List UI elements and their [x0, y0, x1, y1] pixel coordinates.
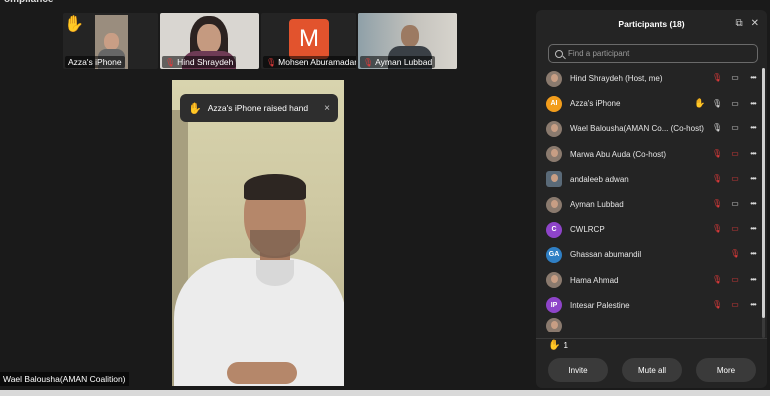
main-speaker-video: [172, 80, 344, 386]
toast-text: Azza's iPhone raised hand: [207, 103, 309, 113]
more-icon[interactable]: •••: [748, 73, 758, 82]
window-title-fragment: ompliance: [0, 0, 53, 5]
more-icon[interactable]: •••: [748, 99, 758, 108]
search-placeholder: Find a participant: [568, 49, 630, 58]
avatar: [546, 317, 562, 332]
mic-muted-icon: 🎙: [165, 57, 176, 67]
avatar: [546, 120, 562, 137]
raised-hand-icon: ✋: [694, 98, 706, 109]
invite-button[interactable]: Invite: [548, 358, 608, 382]
raised-hands-count[interactable]: ✋ 1: [548, 340, 568, 351]
more-icon[interactable]: •••: [748, 199, 758, 208]
video-on-icon[interactable]: ▭: [730, 199, 740, 208]
mic-speaking-icon[interactable]: 🎙: [712, 123, 722, 132]
avatar: C: [546, 221, 562, 238]
mic-muted-icon[interactable]: 🎙: [712, 199, 722, 208]
taskbar-edge: [0, 390, 770, 396]
video-tile-hind[interactable]: 🎙 Hind Shraydeh: [160, 13, 259, 69]
avatar: [546, 196, 562, 213]
participant-row[interactable]: C CWLRCP 🎙 ▭ •••: [544, 217, 760, 242]
tile-name: 🎙 Ayman Lubbad: [360, 56, 436, 68]
video-tile-ayman[interactable]: 🎙 Ayman Lubbad: [358, 13, 457, 69]
participant-row[interactable]: AI Azza's iPhone ✋ 🎙 ▭ •••: [544, 91, 760, 116]
mic-muted-icon: 🎙: [363, 57, 374, 67]
avatar: [546, 272, 562, 289]
avatar: [546, 70, 562, 87]
more-icon[interactable]: •••: [748, 174, 758, 183]
video-on-icon[interactable]: ▭: [730, 123, 740, 132]
avatar: IP: [546, 297, 562, 314]
scrollbar[interactable]: [762, 68, 765, 338]
more-icon[interactable]: •••: [748, 224, 758, 233]
mic-muted-icon[interactable]: 🎙: [730, 249, 740, 258]
tile-name: Azza's iPhone: [65, 56, 125, 68]
search-icon: [555, 49, 563, 58]
panel-title: Participants (18): [618, 19, 685, 29]
tile-name: 🎙 Mohsen Aburamadan: [263, 56, 356, 68]
participant-row[interactable]: [544, 317, 760, 332]
video-on-icon[interactable]: ▭: [730, 99, 740, 108]
avatar: GA: [546, 246, 562, 263]
mic-muted-icon[interactable]: 🎙: [712, 300, 722, 309]
video-off-icon[interactable]: ▭: [730, 300, 740, 309]
avatar: [546, 171, 562, 188]
mic-muted-icon[interactable]: 🎙: [712, 73, 722, 82]
close-icon[interactable]: ×: [324, 103, 330, 114]
participant-row[interactable]: Marwa Abu Auda (Co-host) 🎙 ▭ •••: [544, 142, 760, 167]
pop-out-icon[interactable]: ⧉: [735, 18, 742, 29]
close-icon[interactable]: ✕: [751, 18, 759, 29]
divider: [536, 338, 767, 339]
avatar: AI: [546, 95, 562, 112]
mute-all-button[interactable]: Mute all: [622, 358, 682, 382]
participant-search-input[interactable]: Find a participant: [548, 44, 758, 63]
avatar: [546, 146, 562, 163]
participant-row[interactable]: IP Intesar Palestine 🎙 ▭ •••: [544, 293, 760, 318]
more-icon[interactable]: •••: [748, 249, 758, 258]
mic-muted-icon[interactable]: 🎙: [712, 149, 722, 158]
participant-row[interactable]: GA Ghassan abumandil 🎙 •••: [544, 242, 760, 267]
raised-hand-icon: ✋: [548, 340, 561, 351]
more-icon[interactable]: •••: [748, 275, 758, 284]
participant-row[interactable]: Ayman Lubbad 🎙 ▭ •••: [544, 192, 760, 217]
participants-panel: Participants (18) ⧉ ✕ Find a participant…: [536, 10, 767, 388]
raised-hand-icon: ✋: [188, 102, 202, 115]
video-off-icon[interactable]: ▭: [730, 275, 740, 284]
participant-row[interactable]: andaleeb adwan 🎙 ▭ •••: [544, 167, 760, 192]
more-icon[interactable]: •••: [748, 300, 758, 309]
scrollbar-thumb[interactable]: [762, 68, 765, 318]
video-on-icon[interactable]: ▭: [730, 73, 740, 82]
more-icon[interactable]: •••: [748, 149, 758, 158]
mic-muted-icon[interactable]: 🎙: [712, 275, 722, 284]
mic-on-icon[interactable]: 🎙: [712, 99, 722, 108]
participant-row[interactable]: Wael Baloushа(AMAN Co... (Co-host) 🎙 ▭ •••: [544, 116, 760, 141]
video-off-icon[interactable]: ▭: [730, 224, 740, 233]
speaker-name-label: Wael Baloushа(AMAN Coalition): [0, 372, 129, 386]
tile-name: 🎙 Hind Shraydeh: [162, 56, 237, 68]
video-off-icon[interactable]: ▭: [730, 149, 740, 158]
raised-hand-toast: ✋ Azza's iPhone raised hand ×: [180, 94, 338, 122]
video-strip: ✋ Azza's iPhone 🎙 Hind Shraydeh M 🎙 Mohsen…: [63, 13, 457, 69]
video-tile-mohsen[interactable]: M 🎙 Mohsen Aburamadan: [261, 13, 356, 69]
participant-row[interactable]: Hind Shraydeh (Host, me) 🎙 ▭ •••: [544, 66, 760, 91]
more-button[interactable]: More: [696, 358, 756, 382]
participant-list: Hind Shraydeh (Host, me) 🎙 ▭ ••• AI Azza's…: [544, 66, 760, 336]
mic-muted-icon[interactable]: 🎙: [712, 174, 722, 183]
more-icon[interactable]: •••: [748, 123, 758, 132]
video-tile-azza[interactable]: ✋ Azza's iPhone: [63, 13, 158, 69]
raised-hand-icon: ✋: [64, 16, 84, 33]
mic-muted-icon[interactable]: 🎙: [712, 224, 722, 233]
avatar: M: [289, 19, 329, 59]
mic-muted-icon: 🎙: [266, 57, 277, 67]
participant-row[interactable]: Hama Ahmad 🎙 ▭ •••: [544, 268, 760, 293]
video-off-icon[interactable]: ▭: [730, 174, 740, 183]
